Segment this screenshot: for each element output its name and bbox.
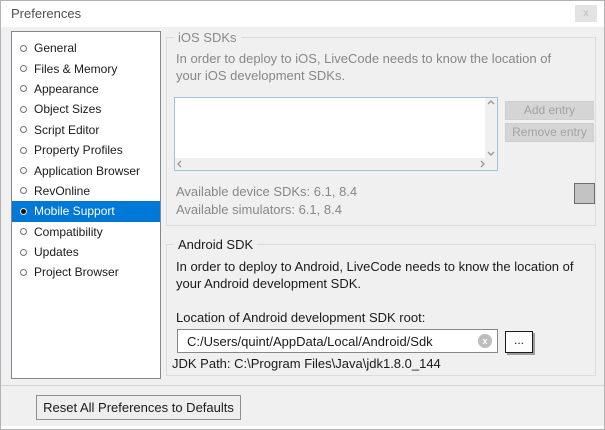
- radio-icon: [20, 269, 27, 276]
- radio-icon: [20, 126, 27, 133]
- radio-icon: [20, 249, 27, 256]
- window-title: Preferences: [11, 6, 81, 21]
- sidebar-item-label: Object Sizes: [34, 102, 101, 116]
- sidebar-list: General Files & Memory Appearance Object Si…: [11, 31, 161, 379]
- sdk-root-label: Location of Android development SDK root…: [176, 310, 425, 325]
- close-icon[interactable]: x: [575, 5, 597, 22]
- android-sdk-legend: Android SDK: [174, 237, 257, 252]
- sidebar-item-label: Updates: [34, 245, 79, 259]
- reset-preferences-button[interactable]: Reset All Preferences to Defaults: [36, 395, 241, 420]
- radio-icon: [20, 208, 27, 215]
- sidebar-item-label: Files & Memory: [34, 62, 117, 76]
- sidebar-item-general[interactable]: General: [12, 38, 160, 58]
- radio-icon: [20, 85, 27, 92]
- sidebar-item-label: Script Editor: [34, 123, 99, 137]
- sidebar-item-label: Mobile Support: [34, 204, 115, 218]
- scroll-down-icon[interactable]: [487, 151, 495, 156]
- sidebar-item-revonline[interactable]: RevOnline: [12, 181, 160, 201]
- ios-sdks-legend: iOS SDKs: [174, 30, 241, 45]
- sidebar-item-property-profiles[interactable]: Property Profiles: [12, 140, 160, 160]
- sdk-path-input[interactable]: [178, 330, 478, 352]
- scroll-up-icon[interactable]: [487, 100, 495, 105]
- vertical-scrollbar[interactable]: [485, 98, 497, 158]
- sidebar-item-label: RevOnline: [34, 184, 90, 198]
- sidebar-item-application-browser[interactable]: Application Browser: [12, 160, 160, 180]
- radio-icon: [20, 228, 27, 235]
- sidebar-item-label: Appearance: [34, 82, 99, 96]
- color-swatch[interactable]: [574, 183, 595, 204]
- sidebar-item-updates[interactable]: Updates: [12, 242, 160, 262]
- sidebar-item-mobile-support[interactable]: Mobile Support: [12, 201, 160, 221]
- footer-divider: [1, 385, 605, 386]
- android-description: In order to deploy to Android, LiveCode …: [176, 258, 580, 292]
- sidebar-item-compatibility[interactable]: Compatibility: [12, 222, 160, 242]
- scrollbar-corner: [485, 158, 497, 170]
- add-entry-button[interactable]: Add entry: [505, 101, 594, 120]
- sidebar-item-label: General: [34, 41, 77, 55]
- radio-icon: [20, 167, 27, 174]
- sidebar-item-script-editor[interactable]: Script Editor: [12, 120, 160, 140]
- sidebar-item-label: Application Browser: [34, 164, 140, 178]
- scroll-left-icon[interactable]: [177, 160, 182, 168]
- remove-entry-button[interactable]: Remove entry: [505, 123, 594, 142]
- jdk-path-text: JDK Path: C:\Program Files\Java\jdk1.8.0…: [172, 356, 441, 371]
- preferences-window: Preferences x General Files & Memory Appea…: [0, 0, 605, 430]
- horizontal-scrollbar[interactable]: [175, 158, 487, 170]
- sidebar-item-files-memory[interactable]: Files & Memory: [12, 58, 160, 78]
- radio-icon: [20, 147, 27, 154]
- sidebar-item-project-browser[interactable]: Project Browser: [12, 262, 160, 282]
- clear-input-icon[interactable]: x: [478, 334, 492, 348]
- sidebar-item-label: Compatibility: [34, 225, 103, 239]
- sidebar-item-label: Property Profiles: [34, 143, 123, 157]
- radio-icon: [20, 106, 27, 113]
- available-device-sdks: Available device SDKs: 6.1, 8.4: [176, 183, 357, 200]
- radio-icon: [20, 187, 27, 194]
- radio-icon: [20, 65, 27, 72]
- sidebar-item-object-sizes[interactable]: Object Sizes: [12, 99, 160, 119]
- ios-description: In order to deploy to iOS, LiveCode need…: [176, 50, 576, 84]
- sidebar-item-appearance[interactable]: Appearance: [12, 79, 160, 99]
- titlebar: Preferences x: [1, 1, 604, 27]
- available-simulators: Available simulators: 6.1, 8.4: [176, 201, 342, 218]
- sdk-path-field-wrap: x: [177, 329, 498, 353]
- sidebar-item-label: Project Browser: [34, 265, 119, 279]
- ios-sdk-list[interactable]: [174, 97, 498, 171]
- browse-button[interactable]: ...: [505, 331, 533, 353]
- window-bottom-edge: [1, 426, 604, 429]
- radio-icon: [20, 45, 27, 52]
